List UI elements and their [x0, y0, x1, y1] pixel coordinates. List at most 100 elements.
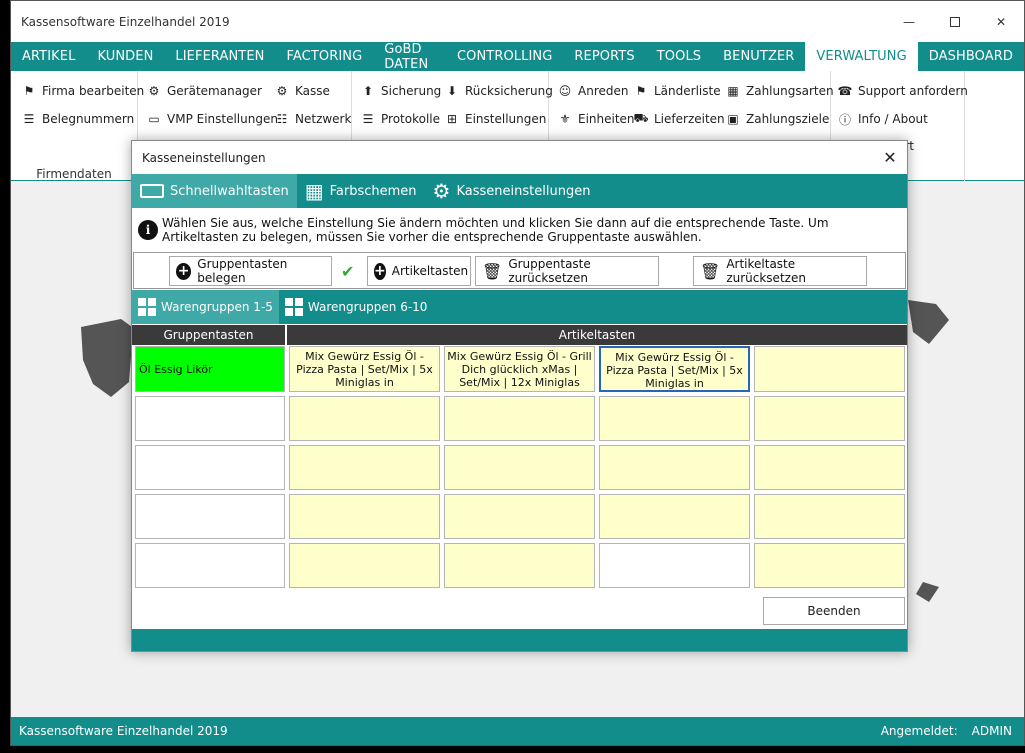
- artikeltaste-2-3[interactable]: [599, 396, 750, 441]
- upload-icon: ⬆: [362, 84, 374, 98]
- artikeltaste-3-1[interactable]: [289, 445, 440, 490]
- artikeltaste-2-4[interactable]: [754, 396, 905, 441]
- laenderliste-button[interactable]: ⚑ Länderliste: [633, 83, 721, 99]
- gruppentasten-belegen-button[interactable]: + Gruppentasten belegen: [169, 256, 332, 286]
- sicherung-button[interactable]: ⬆ Sicherung: [360, 83, 441, 99]
- tab-kasseneinstellungen[interactable]: ⚙ Kasseneinstellungen: [425, 174, 599, 208]
- zahlungsziele-button[interactable]: ▣ Zahlungsziele: [725, 111, 829, 127]
- artikeltaste-2-1[interactable]: [289, 396, 440, 441]
- artikeltaste-1-1[interactable]: Mix Gewürz Essig Öl - Pizza Pasta | Set/…: [289, 346, 440, 392]
- artikeltaste-1-2[interactable]: Mix Gewürz Essig Öl - Grill Dich glückli…: [444, 346, 595, 392]
- artikeltaste-4-2[interactable]: [444, 494, 595, 539]
- menu-gobd-daten[interactable]: GoBD DATEN: [373, 42, 446, 72]
- close-icon[interactable]: ✕: [873, 141, 907, 174]
- tab-label: Warengruppen 6-10: [307, 300, 428, 314]
- artikeltaste-3-2[interactable]: [444, 445, 595, 490]
- protokolle-label: Protokolle: [381, 112, 440, 126]
- artikeltaste-4-3[interactable]: [599, 494, 750, 539]
- anreden-button[interactable]: ☺ Anreden: [557, 83, 629, 99]
- zahlungsarten-label: Zahlungsarten: [746, 84, 834, 98]
- artikeltaste-5-3[interactable]: [599, 543, 750, 588]
- netzwerk-button[interactable]: ☷ Netzwerk: [274, 111, 352, 127]
- trash-icon: 🗑: [482, 261, 503, 281]
- artikeltaste-3-3[interactable]: [599, 445, 750, 490]
- factory-icon: ⚑: [23, 84, 35, 98]
- button-label: Artikeltasten: [391, 264, 469, 278]
- gruppentaste-5[interactable]: [135, 543, 285, 588]
- lieferzeiten-label: Lieferzeiten: [654, 112, 725, 126]
- maximize-icon[interactable]: [932, 1, 978, 42]
- info-about-button[interactable]: ⓘ Info / About: [837, 111, 928, 127]
- menu-verwaltung[interactable]: VERWALTUNG: [805, 42, 918, 71]
- tab-warengruppen-6-10[interactable]: Warengruppen 6-10: [279, 290, 434, 324]
- gruppentaste-1[interactable]: Öl Essig Likör: [135, 346, 285, 392]
- artikeltaste-4-1[interactable]: [289, 494, 440, 539]
- car-icon: ⛟: [633, 111, 649, 125]
- ruecksicherung-label: Rücksicherung: [465, 84, 553, 98]
- tab-farbschemen[interactable]: ▦ Farbschemen: [297, 174, 425, 208]
- menu-benutzer[interactable]: BENUTZER: [712, 42, 805, 71]
- beenden-button[interactable]: Beenden: [763, 597, 905, 625]
- artikeltaste-4-4[interactable]: [754, 494, 905, 539]
- kasse-button[interactable]: ⚙ Kasse: [274, 83, 330, 99]
- artikeltaste-5-1[interactable]: [289, 543, 440, 588]
- menu-controlling[interactable]: CONTROLLING: [446, 42, 563, 71]
- geraetemanager-button[interactable]: ⚙ Gerätemanager: [146, 83, 262, 99]
- info-message: i Wählen Sie aus, welche Einstellung Sie…: [132, 208, 907, 252]
- artikeltaste-1-4[interactable]: [754, 346, 905, 392]
- ruecksicherung-button[interactable]: ⬇ Rücksicherung: [444, 83, 553, 99]
- window-title: Kassensoftware Einzelhandel 2019: [21, 14, 230, 29]
- menu-artikel[interactable]: ARTIKEL: [11, 42, 86, 71]
- grid-header: Gruppentasten Artikeltasten: [132, 325, 907, 345]
- gruppentaste-2[interactable]: [135, 396, 285, 441]
- menu-kunden[interactable]: KUNDEN: [86, 42, 164, 71]
- plus-circle-icon: +: [176, 262, 192, 280]
- artikeltasten-button[interactable]: + Artikeltasten: [367, 256, 471, 286]
- support-anfordern-button[interactable]: ☎ Support anfordern: [837, 83, 968, 99]
- status-app-name: Kassensoftware Einzelhandel 2019: [19, 724, 228, 738]
- gruppentaste-zuruecksetzen-button[interactable]: 🗑 Gruppentaste zurücksetzen: [475, 256, 659, 286]
- firma-bearbeiten-button[interactable]: ⚑ Firma bearbeiten: [21, 83, 145, 99]
- minimize-icon[interactable]: —: [886, 1, 932, 42]
- menu-reports[interactable]: REPORTS: [563, 42, 645, 71]
- menu-lieferanten[interactable]: LIEFERANTEN: [164, 42, 275, 71]
- gear-icon: ⚙: [276, 84, 288, 98]
- button-label: Artikeltaste zurücksetzen: [726, 257, 806, 285]
- einheiten-button[interactable]: ⚜ Einheiten: [557, 111, 635, 127]
- belegnummern-label: Belegnummern: [42, 112, 135, 126]
- trash-icon: 🗑: [700, 261, 721, 281]
- zahlungsarten-button[interactable]: ▦ Zahlungsarten: [725, 83, 834, 99]
- protokolle-button[interactable]: ☰ Protokolle: [360, 111, 440, 127]
- dialog-tabs: Schnellwahltasten ▦ Farbschemen ⚙ Kassen…: [132, 174, 907, 208]
- checkmark-icon: ✔: [341, 262, 355, 281]
- menu-factoring[interactable]: FACTORING: [276, 42, 374, 71]
- header-artikeltasten: Artikeltasten: [558, 328, 636, 342]
- menu-dashboard[interactable]: DASHBOARD: [918, 42, 1024, 71]
- tab-schnellwahltasten[interactable]: Schnellwahltasten: [132, 174, 297, 208]
- warengruppen-tabs: Warengruppen 1-5 Warengruppen 6-10: [132, 290, 907, 324]
- contact-icon: ☺: [558, 84, 572, 98]
- lieferzeiten-button[interactable]: ⛟ Lieferzeiten: [633, 111, 725, 127]
- einstellungen-label: Einstellungen: [465, 112, 547, 126]
- gruppentaste-4[interactable]: [135, 494, 285, 539]
- menu-tools[interactable]: TOOLS: [646, 42, 712, 71]
- zahlungsziele-label: Zahlungsziele: [746, 112, 830, 126]
- close-icon[interactable]: ✕: [978, 1, 1024, 42]
- ribbon-group-label: Firmendaten: [36, 167, 112, 181]
- artikeltaste-zuruecksetzen-button[interactable]: 🗑 Artikeltaste zurücksetzen: [693, 256, 867, 286]
- geraetemanager-label: Gerätemanager: [167, 84, 262, 98]
- artikeltaste-1-3[interactable]: Mix Gewürz Essig Öl - Pizza Pasta | Set/…: [599, 346, 750, 392]
- artikeltaste-2-2[interactable]: [444, 396, 595, 441]
- einstellungen-button[interactable]: ⊞ Einstellungen: [444, 111, 546, 127]
- support-label: Support anfordern: [858, 84, 968, 98]
- artikeltaste-5-4[interactable]: [754, 543, 905, 588]
- kasseneinstellungen-dialog: Kasseneinstellungen ✕ Schnellwahltasten …: [131, 140, 908, 652]
- belegnummern-button[interactable]: ☰ Belegnummern: [21, 111, 135, 127]
- vmp-einstellungen-button[interactable]: ▭ VMP Einstellungen: [146, 111, 278, 127]
- gruppentaste-3[interactable]: [135, 445, 285, 490]
- artikeltaste-5-2[interactable]: [444, 543, 595, 588]
- artikeltaste-3-4[interactable]: [754, 445, 905, 490]
- status-user-label: Angemeldet:: [880, 724, 958, 738]
- info-text: Wählen Sie aus, welche Einstellung Sie ä…: [162, 216, 829, 244]
- tab-warengruppen-1-5[interactable]: Warengruppen 1-5: [132, 290, 279, 324]
